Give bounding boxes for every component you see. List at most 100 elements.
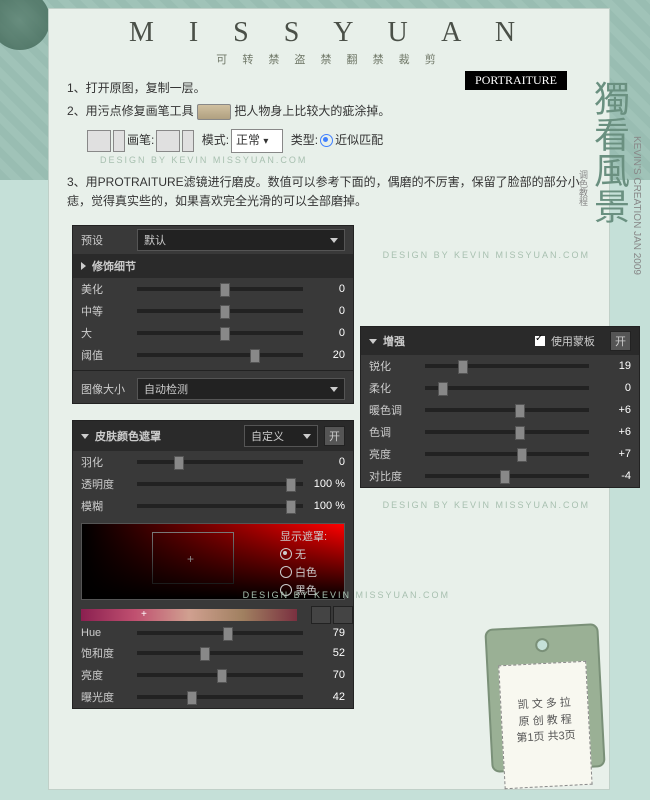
- enhance-title: 增强: [383, 333, 529, 349]
- instruction-step-2: 2、用污点修复画笔工具 把人物身上比较大的疵涂掉。: [67, 102, 591, 121]
- open-button[interactable]: 开: [324, 426, 345, 446]
- slider-value: +6: [595, 404, 631, 416]
- slider-value: 19: [595, 360, 631, 372]
- type-radio[interactable]: [320, 134, 333, 147]
- slider-handle[interactable]: [515, 426, 525, 440]
- slider-label: Hue: [81, 627, 131, 639]
- slider-value: -4: [595, 470, 631, 482]
- slider-handle[interactable]: [223, 627, 233, 641]
- detail-section-title: 修饰细节: [92, 258, 136, 274]
- eyedropper-icon[interactable]: [311, 606, 331, 624]
- slider-handle[interactable]: [438, 382, 448, 396]
- slider-track[interactable]: [137, 460, 303, 464]
- use-mask-checkbox[interactable]: [535, 336, 545, 346]
- slider-value: 100 %: [309, 500, 345, 512]
- slider-handle[interactable]: [250, 349, 260, 363]
- slider-track[interactable]: [137, 673, 303, 677]
- slider-value: 0: [309, 283, 345, 295]
- slider-label: 锐化: [369, 358, 419, 374]
- slider-handle[interactable]: [220, 327, 230, 341]
- slider-label: 阈值: [81, 347, 131, 363]
- brush-preview-icon[interactable]: [156, 130, 180, 152]
- side-title-cn: 獨看風景: [588, 80, 628, 224]
- hue-bar[interactable]: +: [81, 609, 297, 621]
- tag-pagination: 第1页 共3页: [503, 727, 590, 748]
- mode-label: 模式:: [202, 131, 229, 150]
- slider-value: +6: [595, 426, 631, 438]
- slider-handle[interactable]: [517, 448, 527, 462]
- slider-track[interactable]: [137, 631, 303, 635]
- slider-value: 100 %: [309, 478, 345, 490]
- slider-track[interactable]: [425, 408, 589, 412]
- healing-brush-icon[interactable]: [87, 130, 111, 152]
- brush-label: 画笔:: [127, 131, 154, 150]
- mask-white-radio[interactable]: [280, 566, 292, 578]
- brush-dropdown[interactable]: [182, 130, 194, 152]
- slider-label: 大: [81, 325, 131, 341]
- slider-track[interactable]: [137, 695, 303, 699]
- slider-label: 羽化: [81, 454, 131, 470]
- slider-handle[interactable]: [174, 456, 184, 470]
- watermark: DESIGN BY KEVIN MISSYUAN.COM: [383, 250, 590, 260]
- slider-label: 曝光度: [81, 689, 131, 705]
- mask-mode-select[interactable]: 自定义: [244, 425, 318, 447]
- slider-track[interactable]: [137, 287, 303, 291]
- slider-handle[interactable]: [217, 669, 227, 683]
- slider-handle[interactable]: [220, 283, 230, 297]
- slider-label: 中等: [81, 303, 131, 319]
- slider-handle[interactable]: [515, 404, 525, 418]
- instruction-step-3: 3、用PROTRAITURE滤镜进行磨皮。数值可以参考下面的，偶磨的不厉害，保留…: [67, 173, 591, 211]
- eyedropper-add-icon[interactable]: [333, 606, 353, 624]
- slider-handle[interactable]: [458, 360, 468, 374]
- portraiture-badge: PORTRAITURE: [465, 71, 567, 90]
- side-subtitle-cn: 调色教程: [577, 170, 590, 206]
- brush-tool-icon: [197, 104, 231, 120]
- slider-track[interactable]: [425, 452, 589, 456]
- preset-select[interactable]: 默认: [137, 229, 345, 251]
- slider-handle[interactable]: [286, 478, 296, 492]
- slider-handle[interactable]: [500, 470, 510, 484]
- slider-handle[interactable]: [286, 500, 296, 514]
- mask-display-label: 显示遮罩:: [280, 528, 344, 544]
- mask-none-radio[interactable]: [280, 548, 292, 560]
- slider-handle[interactable]: [200, 647, 210, 661]
- skin-mask-title: 皮肤颜色遮罩: [95, 428, 238, 444]
- slider-handle[interactable]: [187, 691, 197, 705]
- slider-label: 色调: [369, 424, 419, 440]
- page-title: M I S S Y U A N: [49, 17, 609, 49]
- type-value: 近似匹配: [335, 131, 383, 150]
- expand-icon[interactable]: [369, 339, 377, 344]
- image-size-select[interactable]: 自动检测: [137, 378, 345, 400]
- preset-label: 预设: [81, 232, 131, 248]
- slider-label: 饱和度: [81, 645, 131, 661]
- slider-value: 52: [309, 647, 345, 659]
- side-credit: KEVIN'S CREATION JAN 2009: [631, 136, 642, 275]
- slider-track[interactable]: [137, 353, 303, 357]
- mode-select[interactable]: 正常 ▾: [231, 129, 283, 152]
- slider-value: 79: [309, 627, 345, 639]
- type-label: 类型:: [291, 131, 318, 150]
- slider-track[interactable]: [137, 504, 303, 508]
- slider-track[interactable]: [137, 331, 303, 335]
- slider-track[interactable]: [137, 651, 303, 655]
- slider-label: 亮度: [369, 446, 419, 462]
- slider-value: 0: [595, 382, 631, 394]
- slider-track[interactable]: [425, 474, 589, 478]
- expand-icon[interactable]: [81, 262, 86, 270]
- slider-value: 0: [309, 327, 345, 339]
- expand-icon[interactable]: [81, 434, 89, 439]
- slider-track[interactable]: [425, 386, 589, 390]
- price-tag: 凯 文 多 拉 原 创 教 程 第1页 共3页: [484, 623, 605, 773]
- slider-track[interactable]: [137, 309, 303, 313]
- slider-track[interactable]: [137, 482, 303, 486]
- image-size-label: 图像大小: [81, 381, 131, 397]
- open-button[interactable]: 开: [610, 331, 631, 351]
- slider-label: 暖色调: [369, 402, 419, 418]
- slider-track[interactable]: [425, 430, 589, 434]
- slider-value: 0: [309, 305, 345, 317]
- tool-options-bar: 画笔: 模式: 正常 ▾ 类型: 近似匹配: [87, 129, 591, 152]
- slider-handle[interactable]: [220, 305, 230, 319]
- slider-value: 42: [309, 691, 345, 703]
- tool-dropdown[interactable]: [113, 130, 125, 152]
- slider-track[interactable]: [425, 364, 589, 368]
